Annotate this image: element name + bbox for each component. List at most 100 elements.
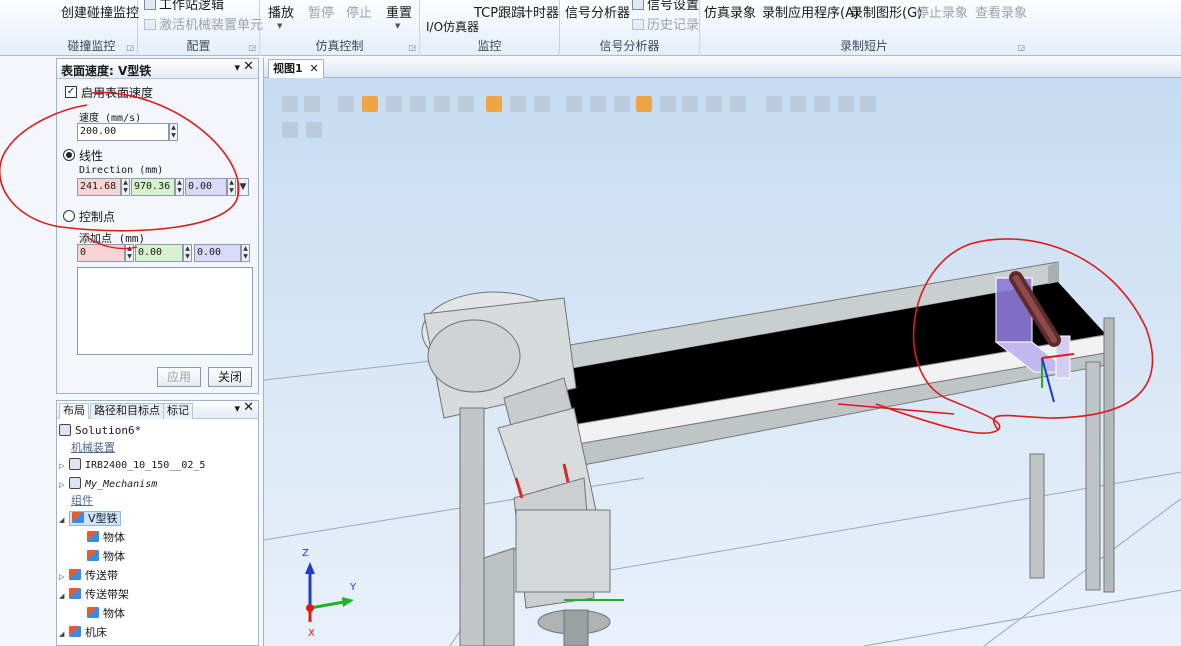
add-point-x-stepper[interactable]: ▲ ▼: [125, 244, 134, 262]
3d-viewport[interactable]: Z Y X: [264, 78, 1181, 646]
part-icon: [87, 531, 99, 542]
history-label: 历史记录: [647, 18, 700, 33]
tree-my-mechanism[interactable]: ▷ My_Mechanism: [59, 475, 157, 492]
create-collision-monitor-button[interactable]: 创建碰撞监控: [61, 2, 139, 21]
chevron-down-icon[interactable]: ▼: [395, 22, 400, 30]
add-point-y-input[interactable]: 0.00: [135, 244, 183, 262]
collapse-icon[interactable]: ◢: [59, 512, 69, 529]
collapse-icon[interactable]: ◢: [59, 626, 69, 643]
ribbon-group-collision: 创建碰撞监控 碰撞监控 ◲: [56, 0, 139, 56]
tree-category-mechanisms: 机械装置: [71, 441, 115, 454]
direction-y-input[interactable]: 970.36: [131, 178, 175, 196]
direction-dropdown-icon[interactable]: ▼: [237, 178, 249, 196]
tree-v-iron-body-2[interactable]: 物体: [87, 548, 125, 565]
direction-z-input[interactable]: 0.00: [185, 178, 227, 196]
record-app-button[interactable]: 录制应用程序(A): [762, 2, 859, 21]
play-button[interactable]: 播放: [268, 2, 294, 21]
expand-icon[interactable]: ▷: [59, 569, 69, 586]
part-icon: [69, 569, 81, 580]
part-icon: [87, 550, 99, 561]
tab-view1[interactable]: 视图1 ✕: [268, 59, 324, 78]
close-icon[interactable]: ✕: [243, 59, 254, 74]
chevron-down-icon[interactable]: ▼: [277, 22, 282, 30]
dialog-launcher-icon[interactable]: ◲: [1017, 43, 1025, 52]
add-point-z-stepper[interactable]: ▲ ▼: [241, 244, 250, 262]
direction-label: Direction (mm): [79, 165, 164, 176]
io-simulator-button[interactable]: I/O仿真器: [426, 18, 479, 35]
enable-surface-speed-checkbox[interactable]: ✓: [65, 86, 77, 98]
tree-solution[interactable]: Solution6*: [59, 422, 141, 439]
pin-icon[interactable]: ▾: [234, 61, 240, 74]
machine-label: 机床: [85, 626, 107, 639]
control-points-list[interactable]: [77, 267, 253, 355]
control-point-label: 控制点: [79, 210, 116, 224]
ribbon-toolbar: 创建碰撞监控 碰撞监控 ◲ 工作站逻辑 激活机械装置单元 配置 ◲ 播放 ▼ 暂…: [0, 0, 1181, 56]
expand-icon[interactable]: ▷: [59, 477, 69, 494]
signal-settings-label: 信号设置: [647, 0, 700, 13]
tree-v-iron[interactable]: ◢ V型铁: [59, 510, 121, 527]
view-record-button[interactable]: 查看录象: [975, 2, 1027, 21]
timer-button[interactable]: 计时器: [520, 2, 559, 21]
stop-button[interactable]: 停止: [346, 2, 372, 21]
surface-speed-panel: 表面速度: V型铁 ▾ ✕ ✓ 启用表面速度 速度 (mm/s) 200.00 …: [0, 58, 259, 394]
ribbon-group-label: 录制短片: [839, 39, 888, 53]
conveyor-frame-label: 传送带架: [85, 588, 129, 601]
activate-mechanism-unit-button[interactable]: 激活机械装置单元: [144, 14, 263, 33]
history-button[interactable]: 历史记录: [632, 14, 699, 33]
tcp-trace-button[interactable]: TCP跟踪: [474, 2, 524, 21]
add-point-x-input[interactable]: 0: [77, 244, 125, 262]
panel-header: 表面速度: V型铁 ▾ ✕: [57, 59, 258, 79]
enable-surface-speed-label: 启用表面速度: [81, 86, 154, 100]
signal-settings-button[interactable]: 信号设置: [632, 0, 699, 13]
panel-title: 表面速度: V型铁: [61, 64, 152, 78]
pin-icon[interactable]: ▾: [234, 402, 240, 415]
expand-icon[interactable]: ▷: [59, 458, 69, 475]
tree-robot[interactable]: ▷ IRB2400_10_150__02_5: [59, 456, 205, 473]
tree-conveyor-frame-body[interactable]: 物体: [87, 605, 125, 622]
apply-button[interactable]: 应用: [157, 367, 201, 387]
body-label: 物体: [103, 550, 125, 563]
mechanism-icon: [144, 19, 156, 30]
control-point-radio[interactable]: [63, 210, 75, 222]
dialog-launcher-icon[interactable]: ◲: [126, 43, 134, 52]
tab-paths-targets[interactable]: 路径和目标点: [90, 403, 164, 419]
speed-stepper[interactable]: ▲ ▼: [169, 123, 178, 141]
speed-input[interactable]: 200.00: [77, 123, 169, 141]
logic-icon: [144, 0, 156, 10]
linear-radio[interactable]: [63, 149, 75, 161]
close-icon[interactable]: ✕: [243, 400, 254, 415]
pause-button[interactable]: 暂停: [308, 2, 334, 21]
mechanism-icon: [69, 477, 81, 489]
stop-record-button[interactable]: 停止录象: [916, 2, 968, 21]
record-graphics-button[interactable]: 录制图形(G): [850, 2, 922, 21]
settings-icon: [632, 0, 644, 10]
tree-category-components: 组件: [71, 494, 93, 507]
direction-y-stepper[interactable]: ▲ ▼: [175, 178, 184, 196]
close-button[interactable]: 关闭: [208, 367, 252, 387]
station-logic-button[interactable]: 工作站逻辑: [144, 0, 224, 13]
body-label: 物体: [103, 531, 125, 544]
tree-v-iron-body-1[interactable]: 物体: [87, 529, 125, 546]
collapse-icon[interactable]: ◢: [59, 588, 69, 605]
close-icon[interactable]: ✕: [310, 62, 319, 75]
direction-x-stepper[interactable]: ▲ ▼: [121, 178, 130, 196]
solution-label: Solution6*: [75, 424, 142, 437]
ribbon-group-monitor: I/O仿真器 TCP跟踪 计时器 监控: [420, 0, 560, 56]
reset-button[interactable]: 重置: [386, 2, 412, 21]
direction-z-stepper[interactable]: ▲ ▼: [227, 178, 236, 196]
layout-panel: 布局 路径和目标点 标记 ▾ ✕ Solution6* 机械装置 ▷ IRB240…: [56, 400, 259, 646]
signal-analyzer-button[interactable]: 信号分析器: [565, 2, 630, 21]
ribbon-group-label: 仿真控制: [315, 39, 364, 53]
part-icon: [69, 626, 81, 637]
tree-conveyor-frame[interactable]: ◢ 传送带架: [59, 586, 129, 603]
add-point-z-input[interactable]: 0.00: [194, 244, 241, 262]
direction-x-input[interactable]: 241.68: [77, 178, 121, 196]
dialog-launcher-icon[interactable]: ◲: [408, 43, 416, 52]
add-point-y-stepper[interactable]: ▲ ▼: [183, 244, 192, 262]
tree-conveyor[interactable]: ▷ 传送带: [59, 567, 118, 584]
tree-machine-tool[interactable]: ◢ 机床: [59, 624, 107, 641]
tab-tags[interactable]: 标记: [163, 403, 193, 419]
tab-layout[interactable]: 布局: [59, 403, 89, 419]
sim-record-button[interactable]: 仿真录象: [704, 2, 756, 21]
dialog-launcher-icon[interactable]: ◲: [248, 43, 256, 52]
